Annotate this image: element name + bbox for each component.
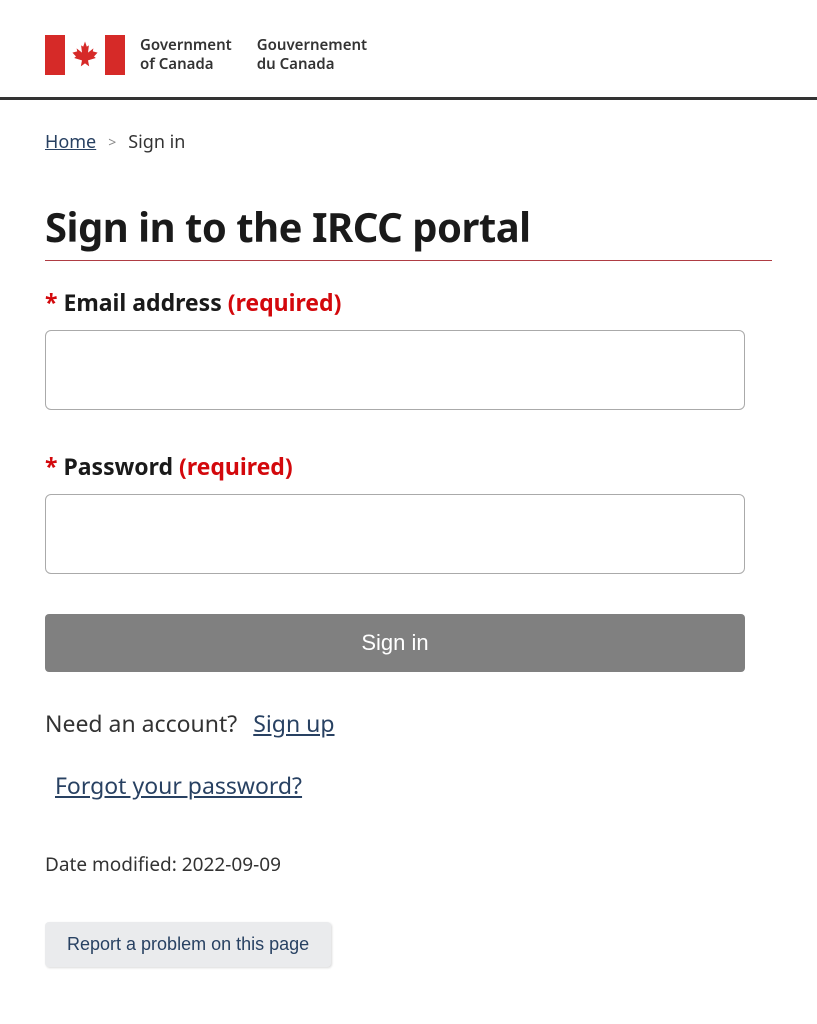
gov-text-en-line2: of Canada (140, 55, 232, 74)
email-label-text: Email address (63, 286, 221, 318)
date-modified-label: Date modified: (45, 851, 177, 877)
page-title: Sign in to the IRCC portal (45, 199, 772, 261)
required-asterisk: * (45, 286, 57, 318)
date-modified-value: 2022-09-09 (182, 851, 281, 877)
required-indicator: (required) (179, 450, 293, 482)
required-asterisk: * (45, 450, 57, 482)
breadcrumb-home-link[interactable]: Home (45, 130, 96, 154)
government-wordmark: Government of Canada Gouvernement du Can… (140, 36, 367, 74)
page-header: Government of Canada Gouvernement du Can… (0, 0, 817, 97)
gov-text-fr-line2: du Canada (257, 55, 367, 74)
date-modified: Date modified: 2022-09-09 (45, 851, 772, 877)
breadcrumb-separator: > (108, 133, 116, 152)
password-label-text: Password (63, 450, 173, 482)
gov-text-fr-line1: Gouvernement (257, 36, 367, 55)
email-field-group: * Email address (required) (45, 286, 772, 410)
flag-red-bar-right (105, 35, 125, 75)
password-label: * Password (required) (45, 450, 772, 482)
signin-button[interactable]: Sign in (45, 614, 745, 672)
main-content: Home > Sign in Sign in to the IRCC porta… (0, 100, 817, 997)
flag-red-bar-left (45, 35, 65, 75)
canada-flag-logo (45, 35, 125, 75)
need-account-text: Need an account? (45, 707, 237, 739)
forgot-password-link[interactable]: Forgot your password? (55, 769, 302, 801)
gov-text-en-line1: Government (140, 36, 232, 55)
required-indicator: (required) (228, 286, 342, 318)
report-problem-button[interactable]: Report a problem on this page (45, 922, 331, 967)
email-label: * Email address (required) (45, 286, 772, 318)
password-field-group: * Password (required) (45, 450, 772, 574)
email-input[interactable] (45, 330, 745, 410)
sign-up-link[interactable]: Sign up (253, 707, 334, 739)
flag-maple-leaf (65, 35, 105, 75)
breadcrumb: Home > Sign in (45, 130, 772, 154)
breadcrumb-current: Sign in (128, 130, 185, 154)
password-input[interactable] (45, 494, 745, 574)
need-account-row: Need an account? Sign up (45, 707, 772, 739)
